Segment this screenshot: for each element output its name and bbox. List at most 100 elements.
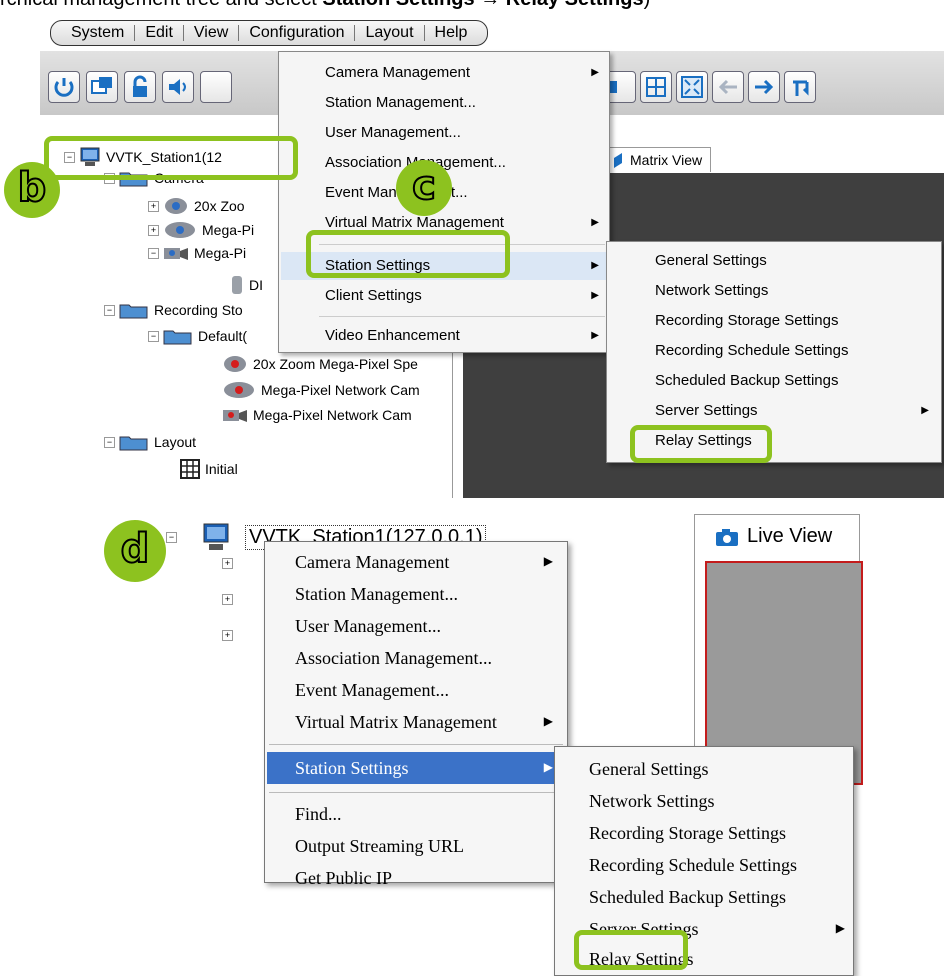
menu-item-virtual-matrix-management[interactable]: Virtual Matrix Management (325, 214, 504, 231)
menu-item-station-management[interactable]: Station Management... (325, 94, 476, 111)
forward-button[interactable] (748, 71, 780, 103)
ctx-find[interactable]: Find... (295, 804, 342, 825)
recording-box-camera-icon (223, 410, 247, 422)
tree-node-recording[interactable]: − Recording Sto (104, 301, 243, 319)
di-label: DI (249, 277, 263, 293)
submenu-recording-storage-settings[interactable]: Recording Storage Settings (655, 312, 838, 329)
live-view-label: Live View (747, 525, 833, 547)
sub2-network-settings[interactable]: Network Settings (589, 791, 715, 812)
highlight-relay-settings-2 (574, 930, 688, 970)
sub2-recording-schedule-settings[interactable]: Recording Schedule Settings (589, 855, 797, 876)
top-screenshot: System Edit View Configuration Layout He… (40, 15, 944, 498)
tree-node-default-group[interactable]: − Default( (148, 327, 247, 345)
menu-separator (269, 744, 563, 745)
speaker-icon (169, 79, 186, 95)
arrow-right-icon (755, 79, 774, 95)
menu-item-camera-management[interactable]: Camera Management (325, 64, 470, 81)
tree-node-rec-cam2[interactable]: Mega-Pixel Network Cam (222, 381, 420, 399)
caption-suffix: ) (644, 0, 651, 10)
highlight-station-node (44, 136, 298, 180)
layout-folder-label: Layout (154, 434, 197, 450)
tree-node-layout[interactable]: − Layout (104, 433, 196, 451)
menu-item-user-management[interactable]: User Management... (325, 124, 461, 141)
tree-node-cam3[interactable]: − Mega-Pi (148, 245, 246, 261)
computer-icon (203, 523, 229, 550)
ctx-get-public-ip[interactable]: Get Public IP (295, 868, 392, 889)
tab-matrix-view-label: Matrix View (630, 152, 703, 168)
submenu-scheduled-backup-settings[interactable]: Scheduled Backup Settings (655, 372, 838, 389)
toolbar-button-5[interactable] (200, 71, 232, 103)
caption-bold: Station Settings → Relay Settings (322, 0, 643, 10)
folder-icon (163, 330, 192, 345)
menu-edit[interactable]: Edit (135, 24, 183, 42)
ctx-output-streaming-url[interactable]: Output Streaming URL (295, 836, 464, 857)
menu-bar: System Edit View Configuration Layout He… (50, 20, 489, 46)
sub2-recording-storage-settings[interactable]: Recording Storage Settings (589, 823, 786, 844)
power-icon (54, 78, 74, 97)
caption-text: rchical management tree and select (0, 0, 322, 10)
menu-layout[interactable]: Layout (355, 24, 423, 42)
cam1-label: 20x Zoo (194, 198, 245, 214)
power-button[interactable] (48, 71, 80, 103)
cam3-label: Mega-Pi (194, 245, 247, 261)
desktop-button[interactable] (86, 71, 118, 103)
arrow-left-icon (718, 79, 737, 95)
tree-node-cam1[interactable]: + 20x Zoo (148, 197, 245, 215)
ctx-event-management[interactable]: Event Management... (295, 680, 449, 701)
ctx-user-management[interactable]: User Management... (295, 616, 441, 637)
tree-node-initial[interactable]: Initial (180, 459, 238, 479)
tree-node-cam2[interactable]: + Mega-Pi (148, 221, 254, 239)
dome-camera-icon (165, 198, 187, 214)
menu-configuration[interactable]: Configuration (239, 24, 354, 42)
fullscreen-button[interactable] (676, 71, 708, 103)
box-camera-icon (164, 248, 188, 260)
menu-system[interactable]: System (61, 24, 134, 42)
rotate-button[interactable] (784, 71, 816, 103)
audio-button[interactable] (162, 71, 194, 103)
folder-icon (119, 436, 148, 451)
step-badge-d: d (104, 520, 166, 582)
highlight-station-settings (306, 230, 510, 278)
lock-button[interactable] (124, 71, 156, 103)
menu-item-video-enhancement[interactable]: Video Enhancement (325, 327, 460, 344)
station-context-menu: Camera Management ▶ Station Management...… (264, 541, 568, 888)
fullscreen-icon (681, 76, 703, 98)
tab-live-view[interactable]: Live View (715, 525, 832, 548)
ctx-station-management[interactable]: Station Management... (295, 584, 458, 605)
bottom-screenshot: − VVTK_Station1(127.0.0.1) + + + Live Vi… (0, 498, 944, 976)
initial-label: Initial (205, 461, 238, 477)
ctx-association-management[interactable]: Association Management... (295, 648, 492, 669)
sub2-general-settings[interactable]: General Settings (589, 759, 708, 780)
highlight-relay-settings (630, 425, 772, 463)
cam2-label: Mega-Pi (202, 222, 255, 238)
lock-icon (133, 75, 147, 97)
ctx-camera-management[interactable]: Camera Management (295, 552, 449, 573)
recording-folder-label: Recording Sto (154, 302, 243, 318)
submenu-network-settings[interactable]: Network Settings (655, 282, 768, 299)
submenu-recording-schedule-settings[interactable]: Recording Schedule Settings (655, 342, 848, 359)
menu-view[interactable]: View (184, 24, 238, 42)
digital-input-icon (232, 276, 242, 294)
tree-node-rec-cam1[interactable]: 20x Zoom Mega-Pixel Spe (222, 355, 418, 373)
speed-dome-icon (165, 222, 195, 238)
rec-cam3-label: Mega-Pixel Network Cam (253, 407, 412, 423)
ctx-virtual-matrix-management[interactable]: Virtual Matrix Management (295, 712, 497, 733)
matrix-view-icon (614, 153, 622, 168)
tab-matrix-view[interactable]: Matrix View (603, 147, 712, 172)
recording-speed-dome-icon (224, 382, 254, 398)
back-button[interactable] (712, 71, 744, 103)
step-badge-b: b (4, 162, 60, 218)
grid-layout-button[interactable] (640, 71, 672, 103)
submenu-server-settings[interactable]: Server Settings (655, 402, 758, 419)
submenu-general-settings[interactable]: General Settings (655, 252, 767, 269)
menu-item-client-settings[interactable]: Client Settings (325, 287, 422, 304)
ctx-station-settings[interactable]: Station Settings (295, 758, 409, 779)
sub2-scheduled-backup-settings[interactable]: Scheduled Backup Settings (589, 887, 786, 908)
rec-cam2-label: Mega-Pixel Network Cam (261, 382, 420, 398)
tree-node-rec-cam3[interactable]: Mega-Pixel Network Cam (222, 407, 412, 423)
camera-icon (716, 528, 738, 546)
live-view-panel: Live View (694, 514, 863, 785)
rotate-icon (793, 80, 809, 96)
menu-help[interactable]: Help (425, 24, 478, 42)
tree-node-di[interactable]: DI (230, 275, 263, 295)
